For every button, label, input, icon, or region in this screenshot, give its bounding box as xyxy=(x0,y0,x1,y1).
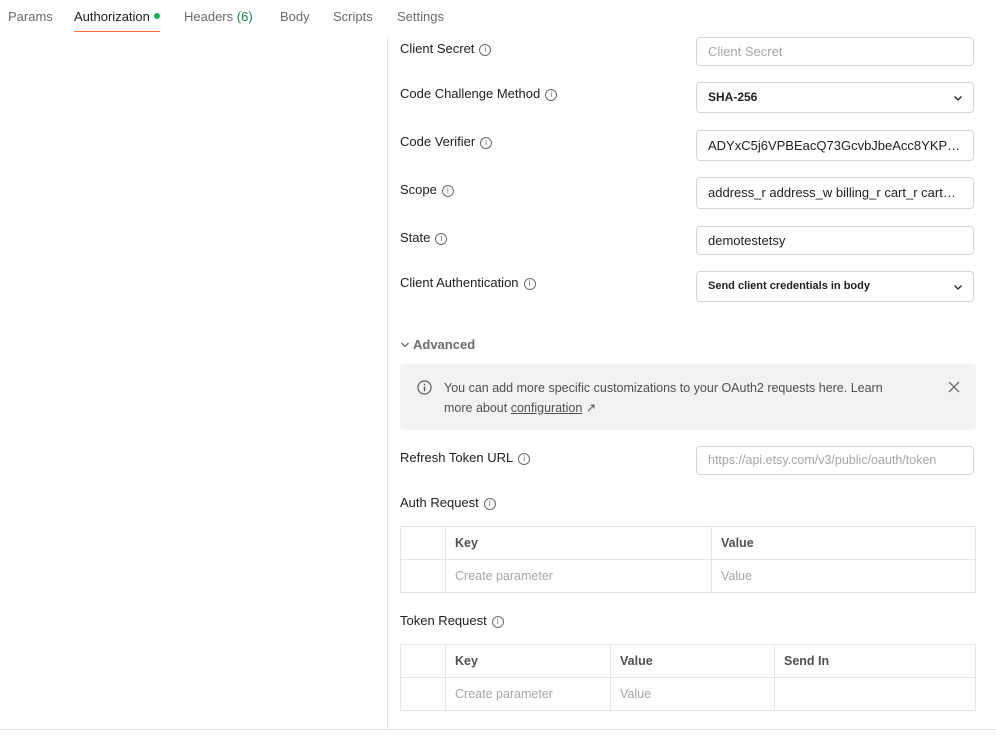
info-notice: You can add more specific customizations… xyxy=(400,364,976,430)
key-input[interactable]: Create parameter xyxy=(445,678,610,710)
configuration-link[interactable]: configuration xyxy=(511,401,583,415)
chevron-down-icon xyxy=(954,284,962,290)
code-verifier-label: Code Verifier i xyxy=(400,134,493,149)
chevron-down-icon xyxy=(401,342,409,348)
table-row: Create parameter Value xyxy=(401,678,975,710)
token-request-label: Token Request i xyxy=(400,613,504,628)
chevron-down-icon xyxy=(954,95,962,101)
info-icon[interactable]: i xyxy=(518,453,531,465)
client-authentication-label: Client Authentication i xyxy=(400,275,536,290)
column-header-key: Key xyxy=(445,527,711,559)
info-icon[interactable]: i xyxy=(483,498,496,510)
refresh-token-url-label: Refresh Token URL i xyxy=(400,450,531,465)
refresh-token-url-label-text: Refresh Token URL xyxy=(400,450,514,465)
row-handle-cell xyxy=(401,527,445,559)
tab-settings[interactable]: Settings xyxy=(397,9,444,24)
value-input[interactable]: Value xyxy=(711,560,975,592)
tab-authorization[interactable]: Authorization xyxy=(74,9,160,24)
info-icon[interactable]: i xyxy=(435,233,448,245)
info-icon[interactable]: i xyxy=(479,44,492,56)
close-icon[interactable] xyxy=(948,381,960,393)
row-handle-cell xyxy=(401,560,445,592)
advanced-label: Advanced xyxy=(413,337,476,352)
row-handle-cell xyxy=(401,645,445,677)
info-icon[interactable]: i xyxy=(441,185,454,197)
external-link-icon: ↗ xyxy=(585,400,597,415)
code-challenge-method-select[interactable]: SHA-256 xyxy=(696,82,974,113)
refresh-token-url-input[interactable]: https://api.etsy.com/v3/public/oauth/tok… xyxy=(696,446,974,475)
client-authentication-label-text: Client Authentication xyxy=(400,275,519,290)
code-verifier-label-text: Code Verifier xyxy=(400,134,476,149)
scope-label: Scope i xyxy=(400,182,454,197)
send-in-select[interactable] xyxy=(774,678,975,710)
code-challenge-method-label: Code Challenge Method i xyxy=(400,86,558,101)
client-secret-label-text: Client Secret xyxy=(400,41,475,56)
notice-text: You can add more specific customizations… xyxy=(444,379,914,418)
table-header-row: Key Value Send In xyxy=(401,645,975,678)
client-authentication-value: Send client credentials in body xyxy=(708,280,870,292)
tab-headers[interactable]: Headers (6) xyxy=(184,9,253,24)
state-label-text: State xyxy=(400,230,431,245)
table-row: Create parameter Value xyxy=(401,560,975,592)
token-request-label-text: Token Request xyxy=(400,613,487,628)
key-input[interactable]: Create parameter xyxy=(445,560,711,592)
column-header-key: Key xyxy=(445,645,610,677)
info-icon xyxy=(417,380,432,395)
value-input[interactable]: Value xyxy=(610,678,774,710)
bottom-divider xyxy=(0,729,996,730)
request-tabs: Params Authorization Headers (6) Body Sc… xyxy=(0,0,996,36)
column-header-send-in: Send In xyxy=(774,645,975,677)
table-header-row: Key Value xyxy=(401,527,975,560)
token-request-table: Key Value Send In Create parameter Value xyxy=(400,644,976,711)
headers-count-badge: (6) xyxy=(236,9,253,24)
info-icon[interactable]: i xyxy=(523,278,536,290)
code-verifier-input[interactable]: ADYxC5j6VPBEacQ73GcvbJbeAcc8YKPQLDvYe3Nc… xyxy=(696,130,974,161)
tab-params[interactable]: Params xyxy=(8,9,53,24)
auth-request-table: Key Value Create parameter Value xyxy=(400,526,976,593)
active-tab-indicator xyxy=(74,31,160,32)
state-input[interactable]: demotestetsy xyxy=(696,226,974,255)
info-icon[interactable]: i xyxy=(545,89,558,101)
client-authentication-select[interactable]: Send client credentials in body xyxy=(696,271,974,302)
scope-label-text: Scope xyxy=(400,182,437,197)
auth-request-label: Auth Request i xyxy=(400,495,496,510)
tab-body[interactable]: Body xyxy=(280,9,310,24)
auth-request-label-text: Auth Request xyxy=(400,495,479,510)
client-secret-label: Client Secret i xyxy=(400,41,492,56)
state-label: State i xyxy=(400,230,448,245)
advanced-toggle[interactable]: Advanced xyxy=(400,337,475,352)
client-secret-input[interactable]: Client Secret xyxy=(696,37,974,66)
code-challenge-method-value: SHA-256 xyxy=(708,90,758,104)
tab-scripts[interactable]: Scripts xyxy=(333,9,373,24)
tab-authorization-label: Authorization xyxy=(74,9,150,24)
status-dot-icon xyxy=(153,13,160,19)
tab-headers-label: Headers xyxy=(184,9,234,24)
column-header-value: Value xyxy=(610,645,774,677)
code-challenge-method-label-text: Code Challenge Method xyxy=(400,86,541,101)
scope-input[interactable]: address_r address_w billing_r cart_r car… xyxy=(696,177,974,209)
info-icon[interactable]: i xyxy=(491,616,504,628)
column-header-value: Value xyxy=(711,527,975,559)
info-icon[interactable]: i xyxy=(480,137,493,149)
panel-divider[interactable] xyxy=(387,36,388,730)
row-handle-cell xyxy=(401,678,445,710)
